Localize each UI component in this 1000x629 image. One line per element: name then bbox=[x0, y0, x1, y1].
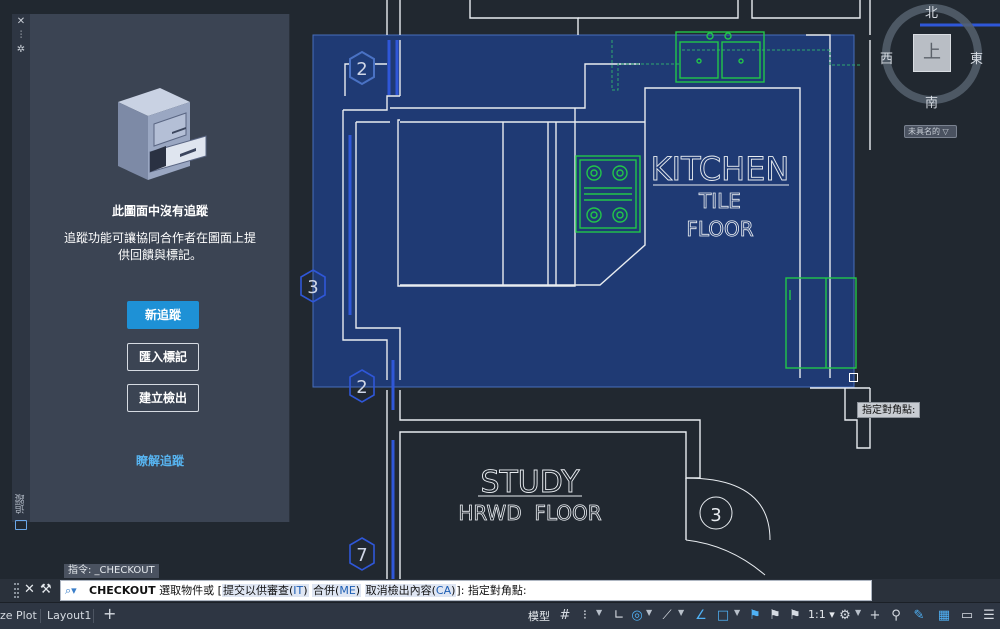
command-text-before: 選取物件或 [ bbox=[155, 584, 222, 597]
crosshair-cursor bbox=[849, 373, 858, 382]
command-line-bar: ✕ ⚒ ⌕▾ CHECKOUT 選取物件或 [提交以供審查(IT) 合併(ME)… bbox=[0, 579, 1000, 602]
tag-hex-2: 2 bbox=[356, 59, 367, 80]
snap-dropdown-icon[interactable]: ▼ bbox=[596, 608, 602, 617]
compass-west[interactable]: 西 bbox=[880, 48, 893, 67]
create-checkout-button[interactable]: 建立檢出 bbox=[127, 384, 199, 412]
trace-panel: 此圖面中沒有追蹤 追蹤功能可讓協同合作者在圖面上提供回饋與標記。 新追蹤 匯入標… bbox=[30, 14, 290, 522]
osnap-icon[interactable]: □ bbox=[714, 607, 732, 625]
viewcube[interactable]: 北 西 東 南 上 未具名的 ▽ bbox=[878, 0, 1000, 140]
tag-hex-7: 7 bbox=[356, 545, 367, 566]
wrench-icon[interactable]: ⚒ bbox=[40, 582, 52, 597]
command-history: 指令: _CHECKOUT bbox=[64, 564, 159, 578]
option-submit-review[interactable]: 提交以供審查(IT) bbox=[221, 584, 309, 597]
palette-properties-button[interactable]: ✲ bbox=[15, 44, 27, 56]
workspace-dropdown-icon[interactable]: ▼ bbox=[855, 608, 861, 617]
isolate-icon[interactable]: ✎ bbox=[910, 607, 928, 625]
option-merge[interactable]: 合併(ME) bbox=[312, 584, 362, 597]
floor-label: FLOOR bbox=[686, 217, 753, 241]
otrack-icon[interactable]: ∠ bbox=[692, 607, 710, 625]
cursor-tooltip: 指定對角點: bbox=[857, 402, 921, 418]
grid-icon[interactable]: # bbox=[556, 607, 574, 625]
compass-east[interactable]: 東 bbox=[970, 48, 983, 67]
hardware-accel-icon[interactable]: ▦ bbox=[935, 607, 953, 625]
clean-screen-icon[interactable]: ▭ bbox=[958, 607, 976, 625]
command-name: CHECKOUT bbox=[89, 584, 156, 597]
autoscale-icon[interactable]: ⚑ bbox=[766, 607, 784, 625]
command-input[interactable]: ⌕▾ CHECKOUT 選取物件或 [提交以供審查(IT) 合併(ME) 取消檢… bbox=[60, 580, 872, 601]
study-label: STUDY bbox=[480, 465, 580, 500]
add-layout-button[interactable]: + bbox=[103, 605, 116, 623]
panel-title: 此圖面中沒有追蹤 bbox=[111, 204, 208, 218]
import-markup-button[interactable]: 匯入標記 bbox=[127, 343, 199, 371]
new-trace-button[interactable]: 新追蹤 bbox=[127, 301, 199, 329]
annotation-visibility-icon[interactable]: ⚑ bbox=[746, 607, 764, 625]
annotation-scale-icon[interactable]: ⚑ bbox=[786, 607, 804, 625]
plus-icon[interactable]: + bbox=[866, 607, 884, 625]
viewcube-top-face[interactable]: 上 bbox=[913, 34, 951, 72]
palette-menu-icon[interactable] bbox=[15, 520, 27, 530]
recent-commands-icon[interactable]: ⌕▾ bbox=[65, 584, 85, 598]
units-icon[interactable]: ⚲ bbox=[887, 607, 905, 625]
tab-plot-layout[interactable]: ze Plot bbox=[0, 607, 37, 625]
panel-description: 追蹤功能可讓協同合作者在圖面上提供回饋與標記。 bbox=[63, 231, 256, 262]
command-text-after: ]: 指定對角點: bbox=[456, 584, 527, 597]
tile-label: TILE bbox=[698, 189, 741, 213]
tag-circle-3: 3 bbox=[710, 505, 721, 526]
option-cancel-checkout[interactable]: 取消檢出內容(CA) bbox=[364, 584, 457, 597]
snap-icon[interactable]: ⁝ bbox=[576, 607, 594, 625]
tab-separator bbox=[40, 609, 41, 623]
command-line-grip[interactable] bbox=[14, 583, 19, 598]
file-cabinet-icon bbox=[118, 88, 207, 180]
polar-dropdown-icon[interactable]: ▼ bbox=[646, 608, 652, 617]
annotation-scale-select[interactable]: 1:1 ▾ bbox=[808, 608, 835, 621]
autocad-window: KITCHEN TILE FLOOR STUDY HRWD FLOOR 2 3 … bbox=[0, 0, 1000, 629]
tag-hex-2b: 2 bbox=[356, 377, 367, 398]
customize-menu-icon[interactable]: ☰ bbox=[980, 607, 998, 625]
workspace-gear-icon[interactable]: ⚙ bbox=[836, 607, 854, 625]
tab-separator bbox=[93, 609, 94, 623]
ortho-icon[interactable]: ∟ bbox=[610, 607, 628, 625]
learn-trace-link[interactable]: 瞭解追蹤 bbox=[30, 452, 290, 469]
palette-autohide-button[interactable]: ⫶ bbox=[15, 30, 27, 42]
tab-layout1[interactable]: Layout1 bbox=[47, 607, 91, 625]
compass-north[interactable]: 北 bbox=[925, 2, 938, 21]
isodraft-icon[interactable]: ⟋ bbox=[658, 607, 676, 625]
polar-icon[interactable]: ◎ bbox=[628, 607, 646, 625]
palette-strip: ✕ ⫶ ✲ 追蹤 bbox=[12, 14, 30, 530]
isodraft-dropdown-icon[interactable]: ▼ bbox=[678, 608, 684, 617]
palette-title: 追蹤 bbox=[16, 494, 27, 514]
palette-close-button[interactable]: ✕ bbox=[15, 16, 27, 28]
model-space-button[interactable]: 模型 bbox=[528, 608, 550, 624]
ucs-menu[interactable]: 未具名的 ▽ bbox=[904, 125, 957, 138]
osnap-dropdown-icon[interactable]: ▼ bbox=[734, 608, 740, 617]
tag-hex-3: 3 bbox=[307, 277, 318, 298]
compass-south[interactable]: 南 bbox=[925, 92, 938, 111]
status-bar: ze Plot Layout1 + 模型 # ⁝ ▼ ∟ ◎ ▼ ⟋ ▼ ∠ □… bbox=[0, 602, 1000, 629]
hrwd-floor-label: HRWD FLOOR bbox=[458, 501, 601, 525]
command-prompt-text: CHECKOUT 選取物件或 [提交以供審查(IT) 合併(ME) 取消檢出內容… bbox=[89, 581, 527, 600]
close-icon[interactable]: ✕ bbox=[24, 582, 35, 597]
kitchen-label: KITCHEN bbox=[651, 150, 790, 188]
